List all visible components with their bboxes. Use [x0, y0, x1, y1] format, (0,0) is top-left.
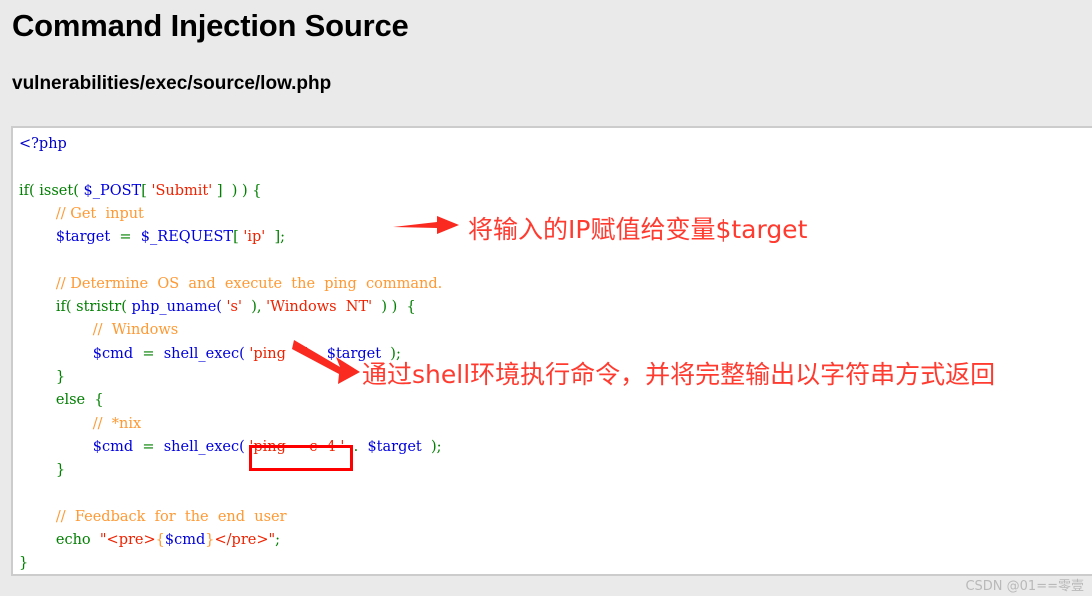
code-token-windows-nt-string: 'Windows NT' [266, 299, 373, 316]
code-token-shell-exec-win: shell_exec( [163, 345, 245, 362]
code-token-else: else [55, 392, 86, 409]
code-token-ping-c4-string: 'ping -c 4 ' [249, 438, 345, 455]
code-token-php-open: <?php [19, 136, 67, 152]
watermark: CSDN @01==零壹 [965, 579, 1084, 594]
code-token-paren-3: ) ) [381, 299, 398, 316]
code-token-cmd-var-2: $cmd [92, 438, 134, 455]
code-token-stristr: stristr( [76, 299, 127, 316]
code-token-assign: = [119, 229, 132, 246]
code-token-echo: echo [55, 532, 91, 549]
code-token-request: $_REQUEST [140, 229, 234, 246]
code-token-brace-close-3: } [19, 555, 29, 572]
source-code-panel: <?php if( isset( $_POST[ 'Submit' ] ) ) … [11, 126, 1092, 576]
code-token-ip-string: 'ip' [243, 229, 266, 246]
code-token-target-var-3: $target [367, 438, 422, 455]
annotation-label-target-assignment: 将输入的IP赋值给变量$target [468, 215, 808, 244]
code-token-submit-string: 'Submit' [151, 182, 213, 199]
annotation-label-shell-exec-description: 通过shell环境执行命令，并将完整输出以字符串方式返回 [362, 360, 996, 389]
code-token-paren-2: ), [251, 299, 262, 316]
code-token-brace-open-2: { [406, 299, 416, 316]
code-comment-feedback: // Feedback for the end user [55, 508, 287, 525]
code-token-assign-3: = [142, 438, 155, 455]
code-token-target-var: $target [55, 229, 111, 246]
code-token-brace-close-2: } [55, 462, 66, 479]
code-token-php-uname: php_uname( [131, 299, 222, 316]
code-token-brace-open: { [252, 182, 262, 199]
code-token-shell-exec-nix: shell_exec( [163, 438, 245, 455]
annotation-arrow-right-icon [393, 216, 459, 234]
code-token-cmd-var: $cmd [92, 345, 134, 362]
code-token-interp-open: { [155, 532, 165, 549]
page-title: Command Injection Source [12, 8, 409, 43]
code-token-s-string: 's' [226, 299, 242, 316]
code-token-isset: isset( [39, 182, 79, 199]
code-token-bracket-close: ] [216, 182, 223, 199]
code-token-brace-open-3: { [94, 392, 104, 409]
code-comment-determine-os: // Determine OS and execute the ping com… [55, 275, 443, 292]
code-comment-nix: // *nix [92, 415, 142, 432]
code-token-concat-2: . [353, 438, 359, 455]
code-token-assign-2: = [142, 345, 155, 362]
code-token-brace-close: } [55, 368, 66, 385]
code-token-bracket-open: [ [141, 182, 147, 199]
code-token-post: $_POST [83, 182, 142, 199]
code-comment-get-input: // Get input [55, 205, 144, 222]
file-path-subtitle: vulnerabilities/exec/source/low.php [12, 73, 332, 94]
annotation-arrow-diagonal-icon [292, 340, 360, 384]
code-comment-windows: // Windows [92, 322, 179, 339]
code-token-semicolon: ; [275, 532, 281, 549]
code-token-bracket-close-2: ]; [274, 229, 286, 246]
code-token-pre-close-string: </pre>" [214, 532, 276, 549]
code-token-bracket-open-2: [ [233, 229, 239, 246]
code-token-paren-5: ); [430, 438, 442, 455]
code-token-if-2: if( [55, 299, 72, 316]
code-token-paren: ) ) [231, 182, 248, 199]
code-token-if: if( [19, 182, 35, 199]
code-token-pre-open-string: "<pre> [99, 532, 156, 549]
code-token-cmd-interp: $cmd [164, 532, 206, 549]
code-token-interp-close: } [205, 532, 215, 549]
